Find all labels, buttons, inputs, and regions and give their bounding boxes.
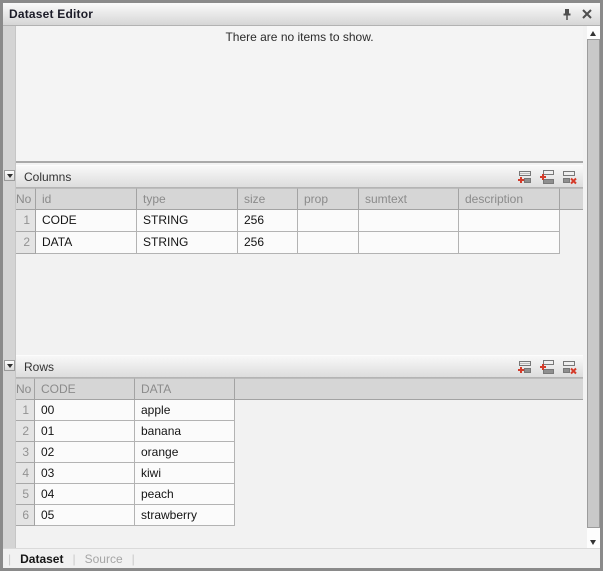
cell-id[interactable]: DATA <box>36 232 137 254</box>
cell-code[interactable]: 00 <box>35 400 135 421</box>
panel-title: Dataset Editor <box>3 7 560 21</box>
scrollbar-thumb[interactable] <box>587 39 600 528</box>
table-row[interactable]: 2 01 banana <box>16 421 583 442</box>
col-header-no[interactable]: No <box>16 188 36 210</box>
titlebar-icons <box>560 7 600 21</box>
cell-data[interactable]: peach <box>135 484 235 505</box>
vertical-scrollbar[interactable] <box>587 26 600 548</box>
table-row[interactable]: 1 CODE STRING 256 <box>16 210 583 232</box>
left-gutter <box>3 26 16 548</box>
table-row[interactable]: 1 00 apple <box>16 400 583 421</box>
col-header-filler <box>560 188 583 210</box>
cell-data[interactable]: banana <box>135 421 235 442</box>
close-icon[interactable] <box>580 7 594 21</box>
col-header-no[interactable]: No <box>16 378 35 400</box>
delete-row-icon[interactable] <box>561 169 577 185</box>
cell-size[interactable]: 256 <box>238 232 298 254</box>
pin-icon[interactable] <box>560 7 574 21</box>
cell-code[interactable]: 02 <box>35 442 135 463</box>
tab-source[interactable]: Source <box>85 552 123 566</box>
row-number-cell: 1 <box>16 400 35 421</box>
columns-grid: No id type size prop sumtext description… <box>16 188 583 254</box>
tab-separator: | <box>72 552 75 566</box>
table-row[interactable]: 6 05 strawberry <box>16 505 583 526</box>
col-header-sumtext[interactable]: sumtext <box>359 188 459 210</box>
columns-grid-header: No id type size prop sumtext description <box>16 188 583 210</box>
empty-message: There are no items to show. <box>225 30 373 44</box>
row-number-cell: 5 <box>16 484 35 505</box>
content: There are no items to show. Columns <box>16 26 583 548</box>
col-header-data[interactable]: DATA <box>135 378 235 400</box>
col-header-description[interactable]: description <box>459 188 560 210</box>
cell-code[interactable]: 03 <box>35 463 135 484</box>
cell-description[interactable] <box>459 232 560 254</box>
cell-sumtext[interactable] <box>359 232 459 254</box>
add-row-icon[interactable] <box>517 169 533 185</box>
cell-data[interactable]: strawberry <box>135 505 235 526</box>
col-header-id[interactable]: id <box>36 188 137 210</box>
cell-code[interactable]: 04 <box>35 484 135 505</box>
chevron-down-icon <box>7 174 13 178</box>
items-empty-panel: There are no items to show. <box>16 26 583 163</box>
table-row[interactable]: 4 03 kiwi <box>16 463 583 484</box>
rows-toolbar <box>517 359 583 375</box>
rows-section-header: Rows <box>16 355 583 378</box>
col-header-size[interactable]: size <box>238 188 298 210</box>
cell-code[interactable]: 05 <box>35 505 135 526</box>
dataset-editor-window: Dataset Editor <box>0 0 603 571</box>
row-number-cell: 1 <box>16 210 36 232</box>
columns-section-header: Columns <box>16 165 583 188</box>
titlebar: Dataset Editor <box>3 3 600 26</box>
columns-toolbar <box>517 169 583 185</box>
cell-data[interactable]: orange <box>135 442 235 463</box>
cell-prop[interactable] <box>298 210 359 232</box>
cell-description[interactable] <box>459 210 560 232</box>
cell-id[interactable]: CODE <box>36 210 137 232</box>
table-row[interactable]: 3 02 orange <box>16 442 583 463</box>
bottom-tabbar: | Dataset | Source | <box>3 548 600 568</box>
tab-separator: | <box>132 552 135 566</box>
row-number-cell: 6 <box>16 505 35 526</box>
cell-type[interactable]: STRING <box>137 210 238 232</box>
col-header-filler <box>235 378 583 400</box>
delete-row-icon[interactable] <box>561 359 577 375</box>
chevron-down-icon <box>7 364 13 368</box>
tab-dataset[interactable]: Dataset <box>20 552 63 566</box>
scroll-down-icon[interactable] <box>590 540 596 545</box>
row-number-cell: 2 <box>16 421 35 442</box>
col-header-prop[interactable]: prop <box>298 188 359 210</box>
cell-code[interactable]: 01 <box>35 421 135 442</box>
rows-section-title: Rows <box>16 360 517 374</box>
row-number-cell: 3 <box>16 442 35 463</box>
cell-prop[interactable] <box>298 232 359 254</box>
row-number-cell: 4 <box>16 463 35 484</box>
tab-separator: | <box>8 552 11 566</box>
insert-row-icon[interactable] <box>539 359 555 375</box>
main-area: There are no items to show. Columns <box>3 26 600 548</box>
columns-section-title: Columns <box>16 170 517 184</box>
collapse-columns-button[interactable] <box>4 170 15 181</box>
insert-row-icon[interactable] <box>539 169 555 185</box>
rows-grid: No CODE DATA 1 00 apple 2 01 banana 3 <box>16 378 583 526</box>
cell-data[interactable]: apple <box>135 400 235 421</box>
scroll-up-icon[interactable] <box>590 31 596 36</box>
cell-type[interactable]: STRING <box>137 232 238 254</box>
cell-data[interactable]: kiwi <box>135 463 235 484</box>
table-row[interactable]: 2 DATA STRING 256 <box>16 232 583 254</box>
collapse-rows-button[interactable] <box>4 360 15 371</box>
add-row-icon[interactable] <box>517 359 533 375</box>
table-row[interactable]: 5 04 peach <box>16 484 583 505</box>
cell-sumtext[interactable] <box>359 210 459 232</box>
rows-grid-header: No CODE DATA <box>16 378 583 400</box>
cell-size[interactable]: 256 <box>238 210 298 232</box>
col-header-type[interactable]: type <box>137 188 238 210</box>
row-number-cell: 2 <box>16 232 36 254</box>
col-header-code[interactable]: CODE <box>35 378 135 400</box>
